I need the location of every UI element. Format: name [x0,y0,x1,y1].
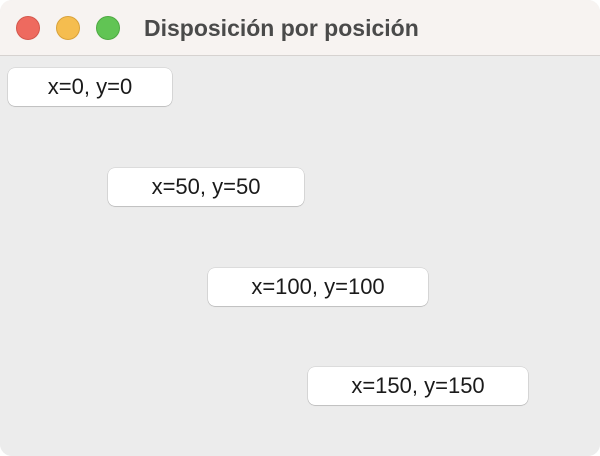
button-x50-y50[interactable]: x=50, y=50 [108,168,304,206]
zoom-icon[interactable] [96,16,120,40]
title-bar: Disposición por posición [0,0,600,56]
button-x150-y150[interactable]: x=150, y=150 [308,367,528,405]
button-x0-y0[interactable]: x=0, y=0 [8,68,172,106]
close-icon[interactable] [16,16,40,40]
minimize-icon[interactable] [56,16,80,40]
window-title: Disposición por posición [144,15,419,41]
content-panel: x=0, y=0 x=50, y=50 x=100, y=100 x=150, … [0,57,600,456]
app-window: Disposición por posición x=0, y=0 x=50, … [0,0,600,456]
button-x100-y100[interactable]: x=100, y=100 [208,268,428,306]
